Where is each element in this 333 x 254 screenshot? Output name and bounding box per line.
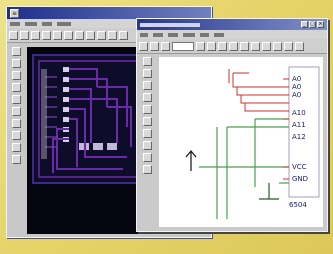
part-tool-icon[interactable] — [142, 69, 152, 78]
menu-item[interactable] — [214, 32, 224, 37]
save-icon[interactable] — [161, 41, 170, 51]
layer-tool-icon[interactable] — [11, 155, 21, 164]
rect-tool-icon[interactable] — [11, 119, 21, 128]
pin-label-vcc: VCC — [292, 163, 307, 171]
address-bus-wires — [228, 69, 289, 112]
via-tool-icon[interactable] — [11, 95, 21, 104]
copy-icon[interactable] — [64, 30, 73, 40]
cut-icon[interactable] — [53, 30, 62, 40]
paste-icon[interactable] — [75, 30, 84, 40]
window-menu-icon[interactable]: ≡ — [10, 8, 19, 18]
select-tool-icon[interactable] — [142, 57, 152, 66]
menu-item[interactable] — [168, 32, 178, 37]
ground-symbol — [259, 183, 279, 200]
save-icon[interactable] — [31, 30, 40, 40]
pin-label-a10: A10 — [292, 109, 306, 117]
new-file-icon[interactable] — [139, 41, 148, 51]
open-file-icon[interactable] — [20, 30, 29, 40]
zoom-in-icon[interactable] — [262, 41, 271, 51]
print-icon[interactable] — [196, 41, 205, 51]
open-file-icon[interactable] — [150, 41, 159, 51]
pointer-arrow-icon — [185, 150, 197, 171]
chip-pin-stubs — [283, 78, 289, 180]
menu-item[interactable] — [183, 32, 195, 37]
power-tool-icon[interactable] — [142, 117, 152, 126]
text-tool-icon[interactable] — [11, 107, 21, 116]
menu-item[interactable] — [25, 21, 37, 26]
bus-tool-icon[interactable] — [295, 41, 304, 51]
label-tool-icon[interactable] — [142, 105, 152, 114]
select-tool-icon[interactable] — [11, 47, 21, 56]
data-bus-wires — [199, 118, 289, 219]
pin-label-a11: A11 — [292, 121, 306, 129]
pin-label-a12: A12 — [292, 133, 306, 141]
copy-icon[interactable] — [218, 41, 227, 51]
menu-item[interactable] — [200, 32, 209, 37]
schematic-window-titlebar[interactable]: _ □ × — [137, 19, 327, 30]
window-title — [140, 22, 200, 27]
redo-icon[interactable] — [251, 41, 260, 51]
ground-tool-icon[interactable] — [142, 129, 152, 138]
pcb-tool-palette — [9, 47, 23, 234]
wire-tool-icon[interactable] — [142, 81, 152, 90]
pin-label-a0-2: A0 — [292, 83, 301, 91]
delete-tool-icon[interactable] — [142, 165, 152, 174]
menu-item[interactable] — [140, 32, 148, 37]
component-blocks — [41, 69, 47, 159]
pad-tool-icon[interactable] — [11, 83, 21, 92]
zoom-out-icon[interactable] — [273, 41, 282, 51]
grid-icon[interactable] — [119, 30, 128, 40]
schematic-tool-palette — [139, 57, 155, 227]
chip-part-name: 6504 — [289, 201, 307, 209]
pin-label-a0-3: A0 — [292, 91, 301, 99]
arc-tool-icon[interactable] — [11, 131, 21, 140]
schematic-drawing: A0 A0 A0 A10 A11 A12 VCC GND 6504 — [185, 66, 320, 219]
zoom-out-icon[interactable] — [108, 30, 117, 40]
window-controls: _ □ × — [301, 21, 324, 28]
schematic-toolbar — [137, 39, 327, 54]
wire-tool-icon[interactable] — [284, 41, 293, 51]
undo-icon[interactable] — [240, 41, 249, 51]
minimize-icon[interactable]: _ — [301, 21, 308, 28]
print-icon[interactable] — [42, 30, 51, 40]
line-tool-icon[interactable] — [142, 153, 152, 162]
trace-tool-icon[interactable] — [11, 71, 21, 80]
maximize-icon[interactable]: □ — [309, 21, 316, 28]
schematic-menubar — [137, 30, 327, 39]
text-tool-icon[interactable] — [142, 141, 152, 150]
undo-icon[interactable] — [86, 30, 95, 40]
paste-icon[interactable] — [229, 41, 238, 51]
close-icon[interactable]: × — [317, 21, 324, 28]
menu-item[interactable] — [153, 32, 163, 37]
junction-tool-icon[interactable] — [142, 93, 152, 102]
new-file-icon[interactable] — [9, 30, 18, 40]
schematic-canvas[interactable]: A0 A0 A0 A10 A11 A12 VCC GND 6504 — [159, 57, 323, 227]
zoom-select[interactable] — [172, 41, 194, 51]
schematic-window[interactable]: _ □ × A0 A0 A0 A10 A11 A12 VCC GND 6504 — [136, 18, 328, 232]
measure-tool-icon[interactable] — [11, 143, 21, 152]
zoom-in-icon[interactable] — [97, 30, 106, 40]
cut-icon[interactable] — [207, 41, 216, 51]
menu-item[interactable] — [57, 21, 71, 26]
pin-label-a0-1: A0 — [292, 75, 301, 83]
menu-item[interactable] — [10, 21, 20, 26]
pin-label-gnd: GND — [292, 175, 308, 183]
menu-item[interactable] — [42, 21, 52, 26]
move-tool-icon[interactable] — [11, 59, 21, 68]
